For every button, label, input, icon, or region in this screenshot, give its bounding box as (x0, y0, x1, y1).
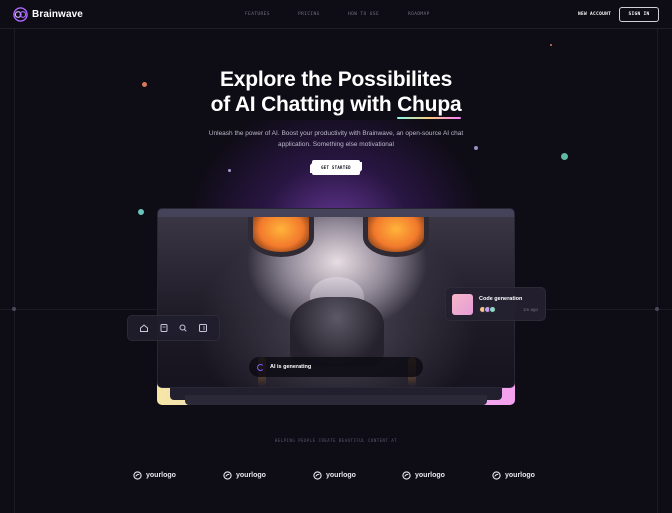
search-icon[interactable] (178, 323, 188, 333)
robot-eye-left (248, 217, 314, 257)
partner-logo: yourlogo (133, 471, 176, 480)
site-header: Brainwave FEATURES PRICING HOW TO USE RO… (0, 0, 672, 29)
partner-logo-text: yourlogo (146, 472, 176, 479)
partner-logo-text: yourlogo (505, 472, 535, 479)
partner-logo-icon (402, 471, 411, 480)
partner-logo-text: yourlogo (326, 472, 356, 479)
partners-heading: HELPING PEOPLE CREATE BEAUTIFUL CONTENT … (274, 438, 398, 443)
robot-eye-right (363, 217, 429, 257)
loading-spinner-icon (257, 363, 264, 371)
nav-item-how-to-use[interactable]: HOW TO USE (348, 12, 379, 17)
hero-title-line-1: Explore the Possibilites (219, 68, 453, 91)
hero-title-highlight: Chupa (397, 92, 462, 119)
hero-title-highlight-text: Chupa (397, 93, 462, 116)
deco-dot (561, 153, 568, 160)
code-card-time: 1m ago (523, 307, 539, 312)
deco-dot (228, 169, 231, 172)
code-card-title: Code generation (479, 296, 523, 302)
partner-logo-icon (133, 471, 142, 480)
grid-node (12, 307, 16, 311)
sign-in-button[interactable]: SIGN IN (619, 7, 659, 22)
nav-item-pricing[interactable]: PRICING (298, 12, 320, 17)
partner-logo-icon (492, 471, 501, 480)
partner-logo-icon (223, 471, 232, 480)
code-generation-card: Code generation 1m ago (445, 287, 546, 321)
hero-title-prefix: of AI Chatting with (210, 93, 398, 116)
partner-logo-icon (313, 471, 322, 480)
main-nav: FEATURES PRICING HOW TO USE ROADMAP (0, 0, 672, 29)
ai-generating-text: AI is generating (270, 364, 312, 370)
deco-dot (138, 209, 144, 215)
home-icon[interactable] (139, 323, 149, 333)
partner-logo: yourlogo (313, 471, 356, 480)
hero-title-line-2: of AI Chatting with Chupa (136, 92, 536, 119)
partner-logo-text: yourlogo (415, 472, 445, 479)
partner-logo: yourlogo (223, 471, 266, 480)
preview-toolbar (127, 315, 220, 341)
avatar-group (479, 306, 496, 313)
preview-frame-top (158, 209, 514, 217)
code-card-thumbnail (452, 294, 473, 315)
plus-square-icon[interactable] (198, 323, 208, 333)
avatar (489, 306, 496, 313)
preview-stack-layer (185, 395, 487, 405)
hero-title: Explore the Possibilites of AI Chatting … (136, 67, 536, 119)
grid-node (655, 307, 659, 311)
partner-logo: yourlogo (492, 471, 535, 480)
new-account-link[interactable]: NEW ACCOUNT (578, 12, 611, 17)
file-icon[interactable] (159, 323, 169, 333)
nav-item-roadmap[interactable]: ROADMAP (408, 12, 430, 17)
deco-dot (550, 44, 552, 46)
partner-logo: yourlogo (402, 471, 445, 480)
get-started-button[interactable]: GET STARTED (312, 160, 360, 175)
nav-item-features[interactable]: FEATURES (245, 12, 270, 17)
highlight-underline (397, 117, 462, 119)
hero-subtitle: Unleash the power of AI. Boost your prod… (208, 130, 464, 148)
ai-generating-bar: AI is generating (249, 357, 423, 377)
partner-logo-text: yourlogo (236, 472, 266, 479)
